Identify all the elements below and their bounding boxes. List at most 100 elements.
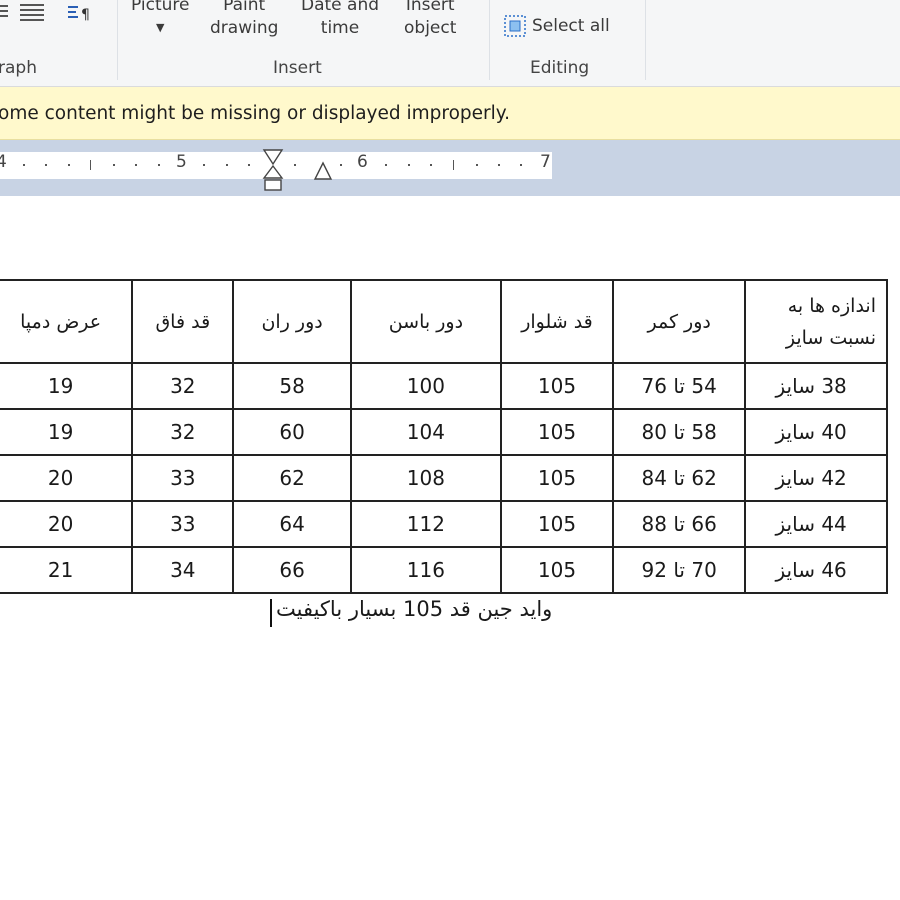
table-row: 19 32 58 100 105 54 تا 76 38 سایز — [0, 362, 888, 410]
ruler-tick — [520, 164, 522, 166]
table-row: 19 32 60 104 105 58 تا 80 40 سایز — [0, 408, 888, 456]
picture-label: Picture — [131, 0, 190, 15]
group-separator — [117, 0, 118, 80]
group-separator — [645, 0, 646, 80]
table-cell: 105 — [499, 546, 615, 594]
ruler-tick — [68, 164, 70, 166]
table-cell: 108 — [349, 454, 502, 502]
table-cell: 62 تا 84 — [612, 454, 747, 502]
align-lines-icon[interactable] — [20, 2, 44, 22]
table-cell: 21 — [0, 546, 134, 594]
paint-drawing-line1: Paint — [223, 0, 266, 15]
table-cell: 58 تا 80 — [612, 408, 747, 456]
table-row: 20 33 64 112 105 66 تا 88 44 سایز — [0, 500, 888, 548]
table-cell: 40 سایز — [744, 408, 888, 456]
table-cell: 42 سایز — [744, 454, 888, 502]
table-cell: 32 — [131, 362, 235, 410]
svg-text:¶: ¶ — [81, 7, 90, 22]
table-cell: 64 — [232, 500, 352, 548]
table-cell: 66 تا 88 — [612, 500, 747, 548]
group-separator — [489, 0, 490, 80]
ruler-tick — [408, 164, 410, 166]
picture-button[interactable]: Picture ▼ — [131, 0, 189, 35]
document-caption: واید جین قد 105 بسیار باکیفیت — [276, 597, 553, 621]
table-cell: 33 — [131, 500, 235, 548]
date-time-line2: time — [320, 18, 360, 38]
table-cell: 62 — [232, 454, 352, 502]
ruler-tick — [45, 164, 47, 166]
paragraph-group-label: raph — [0, 58, 37, 78]
ruler-tick — [476, 164, 478, 166]
table-cell: 100 — [349, 362, 502, 410]
size-table: عرض دمپا قد فاق دور ران دور باسن قد شلوا… — [0, 279, 888, 594]
ruler-tick — [90, 160, 91, 170]
ruler-tick — [498, 164, 500, 166]
ribbon: ¶ raph Picture ▼ Paint drawing Date and … — [0, 0, 900, 87]
select-all-button[interactable]: Select all — [504, 12, 610, 40]
table-cell: 19 — [0, 362, 134, 410]
ruler-tick — [294, 164, 296, 166]
table-header-cell: اندازه ها به نسبت سایز — [744, 279, 888, 364]
table-cell: 20 — [0, 454, 134, 502]
indent-marker-icon[interactable] — [260, 148, 288, 192]
insert-object-button[interactable]: Insert object — [404, 0, 456, 40]
paint-drawing-button[interactable]: Paint drawing — [210, 0, 278, 40]
text-cursor — [270, 599, 272, 627]
table-cell: 38 سایز — [744, 362, 888, 410]
ruler-tick — [135, 164, 137, 166]
table-cell: 44 سایز — [744, 500, 888, 548]
table-header-cell: دور باسن — [349, 279, 502, 364]
ruler-number: 4 — [0, 152, 7, 172]
date-time-line1: Date and — [301, 0, 380, 15]
right-indent-marker-icon[interactable] — [312, 160, 334, 182]
table-cell: 20 — [0, 500, 134, 548]
date-time-button[interactable]: Date and time — [301, 0, 379, 40]
table-cell: 105 — [499, 408, 615, 456]
table-cell: 105 — [499, 500, 615, 548]
table-header-cell: قد فاق — [131, 279, 235, 364]
ruler-tick — [248, 164, 250, 166]
paint-drawing-line2: drawing — [210, 18, 279, 38]
ruler-tick — [430, 164, 432, 166]
table-cell: 54 تا 76 — [612, 362, 747, 410]
align-justify-icon[interactable] — [0, 2, 18, 22]
table-cell: 104 — [349, 408, 502, 456]
table-cell: 112 — [349, 500, 502, 548]
ruler-tick — [113, 164, 115, 166]
table-cell: 32 — [131, 408, 235, 456]
info-bar: ome content might be missing or displaye… — [0, 87, 900, 140]
table-cell: 46 سایز — [744, 546, 888, 594]
table-cell: 34 — [131, 546, 235, 594]
table-cell: 105 — [499, 454, 615, 502]
ruler-tick — [203, 164, 205, 166]
ruler-tick — [23, 164, 25, 166]
ruler-tick — [453, 160, 454, 170]
ruler-tick — [226, 164, 228, 166]
table-header-cell: دور ران — [232, 279, 352, 364]
ruler-tick — [340, 164, 342, 166]
ruler-tick — [385, 164, 387, 166]
dropdown-arrow-icon[interactable]: ▼ — [131, 21, 189, 35]
table-cell: 105 — [499, 362, 615, 410]
ruler-number: 5 — [176, 152, 187, 172]
table-header-cell: دور کمر — [612, 279, 747, 364]
select-all-icon — [504, 15, 526, 37]
editing-group-label: Editing — [530, 58, 590, 78]
select-all-label: Select all — [532, 16, 610, 36]
table-cell: 116 — [349, 546, 502, 594]
table-cell: 66 — [232, 546, 352, 594]
paragraph-icon[interactable]: ¶ — [68, 2, 92, 22]
table-cell: 70 تا 92 — [612, 546, 747, 594]
table-cell: 19 — [0, 408, 134, 456]
table-header-row: عرض دمپا قد فاق دور ران دور باسن قد شلوا… — [0, 279, 888, 364]
insert-object-line2: object — [404, 18, 457, 38]
insert-group-label: Insert — [273, 58, 322, 78]
table-cell: 58 — [232, 362, 352, 410]
table-cell: 60 — [232, 408, 352, 456]
ruler-number: 6 — [357, 152, 368, 172]
table-cell: 33 — [131, 454, 235, 502]
table-row: 21 34 66 116 105 70 تا 92 46 سایز — [0, 546, 888, 594]
table-header-cell: قد شلوار — [499, 279, 615, 364]
table-row: 20 33 62 108 105 62 تا 84 42 سایز — [0, 454, 888, 502]
ruler-number: 7 — [540, 152, 551, 172]
